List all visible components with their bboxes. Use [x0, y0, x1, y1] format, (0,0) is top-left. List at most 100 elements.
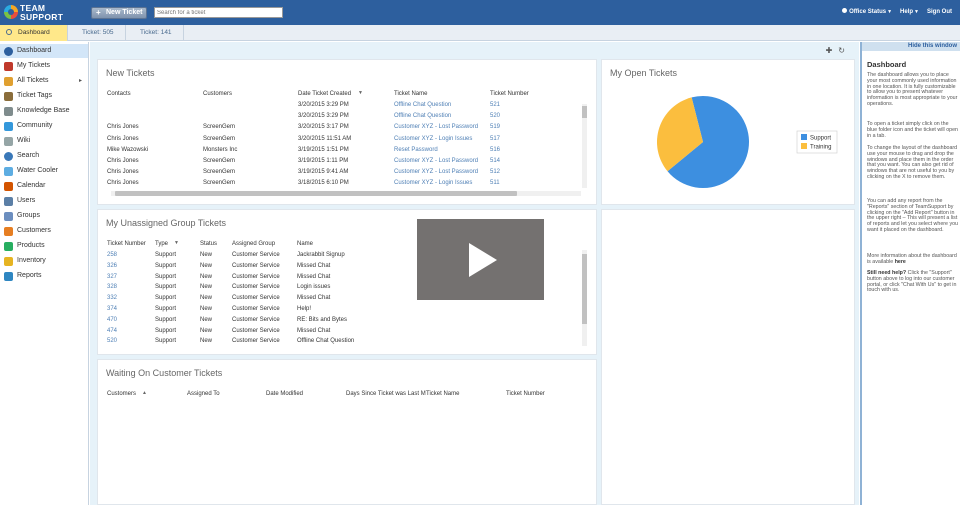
column-header[interactable]: Customers: [107, 391, 136, 397]
sidebar-item-label: All Tickets: [17, 77, 49, 84]
table-cell: New: [200, 316, 213, 323]
ticket-number-link[interactable]: 520: [490, 113, 500, 119]
ticket-name-link[interactable]: Offline Chat Question: [394, 113, 451, 119]
column-header[interactable]: Ticket Name: [426, 391, 459, 397]
sidebar-item-community[interactable]: Community: [0, 119, 88, 133]
ticket-name-link[interactable]: Customer XYZ - Login Issues: [394, 180, 472, 186]
column-header[interactable]: Name: [297, 241, 313, 247]
vertical-scrollbar[interactable]: [582, 250, 587, 346]
help-pane: Hide this window Dashboard The dashboard…: [860, 42, 960, 505]
column-header[interactable]: Ticket Name: [394, 91, 427, 97]
sidebar-item-reports[interactable]: Reports: [0, 269, 88, 283]
sidebar-item-groups[interactable]: Groups: [0, 209, 88, 223]
ticket-number-link[interactable]: 474: [107, 328, 117, 334]
sort-desc-icon[interactable]: ▼: [358, 90, 363, 96]
sidebar-item-dashboard[interactable]: Dashboard: [0, 44, 88, 58]
column-header[interactable]: Days Since Ticket was Last M: [346, 391, 426, 397]
ticket-name-link[interactable]: Customer XYZ - Lost Password: [394, 169, 478, 175]
sidebar-item-wiki[interactable]: Wiki: [0, 134, 88, 148]
ticket-number-link[interactable]: 326: [107, 263, 117, 269]
column-header[interactable]: Contacts: [107, 91, 131, 97]
ticket-number-link[interactable]: 374: [107, 306, 117, 312]
ticket-number-link[interactable]: 258: [107, 252, 117, 258]
ticket-number-link[interactable]: 512: [490, 169, 500, 175]
ticket-number-link[interactable]: 470: [107, 317, 117, 323]
tab-dashboard[interactable]: Dashboard: [0, 25, 68, 41]
column-header[interactable]: Customers: [203, 91, 232, 97]
ticket-number-link[interactable]: 521: [490, 102, 500, 108]
tab-ticket-505[interactable]: Ticket: 505: [68, 25, 126, 41]
office-status-label: Office Status: [849, 9, 887, 15]
ticket-search-input[interactable]: [154, 7, 283, 18]
refresh-icon[interactable]: ↻: [838, 46, 845, 55]
horizontal-scrollbar[interactable]: [111, 191, 581, 196]
new-ticket-button[interactable]: + New Ticket: [91, 7, 147, 19]
ticket-name-link[interactable]: Customer XYZ - Lost Password: [394, 124, 478, 130]
tab-ticket-141[interactable]: Ticket: 141: [126, 25, 184, 41]
scrollbar-thumb[interactable]: [582, 106, 587, 118]
dashboard-icon: [4, 47, 13, 56]
sign-out-link[interactable]: Sign Out: [927, 9, 952, 15]
my-tickets-icon: [4, 62, 13, 71]
ticket-number-link[interactable]: 332: [107, 295, 117, 301]
knowledge-base-icon: [4, 107, 13, 116]
ticket-number-link[interactable]: 328: [107, 284, 117, 290]
table-cell: Customer Service: [232, 252, 280, 258]
vertical-scrollbar[interactable]: [582, 104, 587, 188]
sidebar-item-ticket-tags[interactable]: Ticket Tags: [0, 89, 88, 103]
sidebar-item-users[interactable]: Users: [0, 194, 88, 208]
ticket-number-link[interactable]: 519: [490, 124, 500, 130]
sidebar-item-products[interactable]: Products: [0, 239, 88, 253]
column-header[interactable]: Date Modified: [266, 391, 303, 397]
table-cell: New: [200, 306, 213, 312]
play-icon[interactable]: [469, 243, 497, 277]
ticket-number-link[interactable]: 517: [490, 136, 500, 142]
sidebar-item-label: Groups: [17, 212, 40, 219]
table-cell: Customer Service: [232, 306, 280, 312]
sidebar-item-label: My Tickets: [17, 62, 51, 69]
table-cell: Support: [155, 316, 177, 323]
sidebar-item-label: Dashboard: [17, 47, 52, 54]
sidebar-item-inventory[interactable]: Inventory: [0, 254, 88, 268]
column-header[interactable]: Ticket Number: [107, 241, 146, 247]
help-paragraph: To change the layout of the dashboard us…: [867, 145, 958, 180]
ticket-number-link[interactable]: 520: [107, 338, 117, 344]
sidebar-item-knowledge-base[interactable]: Knowledge Base: [0, 104, 88, 118]
help-menu[interactable]: Help▼: [900, 9, 919, 15]
ticket-number-link[interactable]: 327: [107, 274, 117, 280]
reports-icon: [4, 272, 13, 281]
column-header[interactable]: Status: [200, 241, 217, 247]
ticket-name-link[interactable]: Offline Chat Question: [394, 102, 451, 108]
sort-icon[interactable]: ▲: [142, 390, 147, 396]
hide-window-link[interactable]: Hide this window: [862, 42, 960, 51]
office-status-menu[interactable]: Office Status▼: [842, 8, 892, 15]
ticket-name-link[interactable]: Customer XYZ - Lost Password: [394, 158, 478, 164]
column-header[interactable]: Ticket Number: [490, 91, 529, 97]
table-cell: New: [200, 284, 213, 291]
sidebar-item-my-tickets[interactable]: My Tickets: [0, 59, 88, 73]
ticket-number-link[interactable]: 516: [490, 147, 500, 153]
sidebar-item-calendar[interactable]: Calendar: [0, 179, 88, 193]
scrollbar-thumb[interactable]: [115, 191, 517, 196]
teamsupport-logo[interactable]: TEAM SUPPORT: [4, 3, 66, 22]
help-here-link[interactable]: here: [895, 259, 906, 265]
column-header[interactable]: Assigned Group: [232, 241, 275, 247]
video-player[interactable]: [417, 219, 544, 300]
column-header[interactable]: Assigned To: [187, 391, 220, 397]
scrollbar-thumb[interactable]: [582, 254, 587, 324]
ticket-name-link[interactable]: Reset Password: [394, 147, 438, 153]
sort-icon[interactable]: ▼: [174, 240, 179, 246]
ticket-number-link[interactable]: 511: [490, 180, 500, 186]
sidebar-item-all-tickets[interactable]: All Tickets ▸: [0, 74, 88, 88]
ticket-name-link[interactable]: Customer XYZ - Login Issues: [394, 136, 472, 142]
sidebar-item-search[interactable]: Search: [0, 149, 88, 163]
ticket-number-link[interactable]: 514: [490, 158, 500, 164]
column-header[interactable]: Type: [155, 241, 168, 247]
sidebar-item-water-cooler[interactable]: Water Cooler: [0, 164, 88, 178]
top-bar: TEAM SUPPORT + New Ticket Office Status▼…: [0, 0, 960, 25]
sidebar-item-customers[interactable]: Customers: [0, 224, 88, 238]
add-report-icon[interactable]: ✚: [826, 46, 833, 55]
column-header[interactable]: Date Ticket Created: [298, 91, 351, 97]
column-header[interactable]: Ticket Number: [506, 391, 545, 397]
table-cell: RE: Bits and Bytes: [297, 316, 348, 323]
